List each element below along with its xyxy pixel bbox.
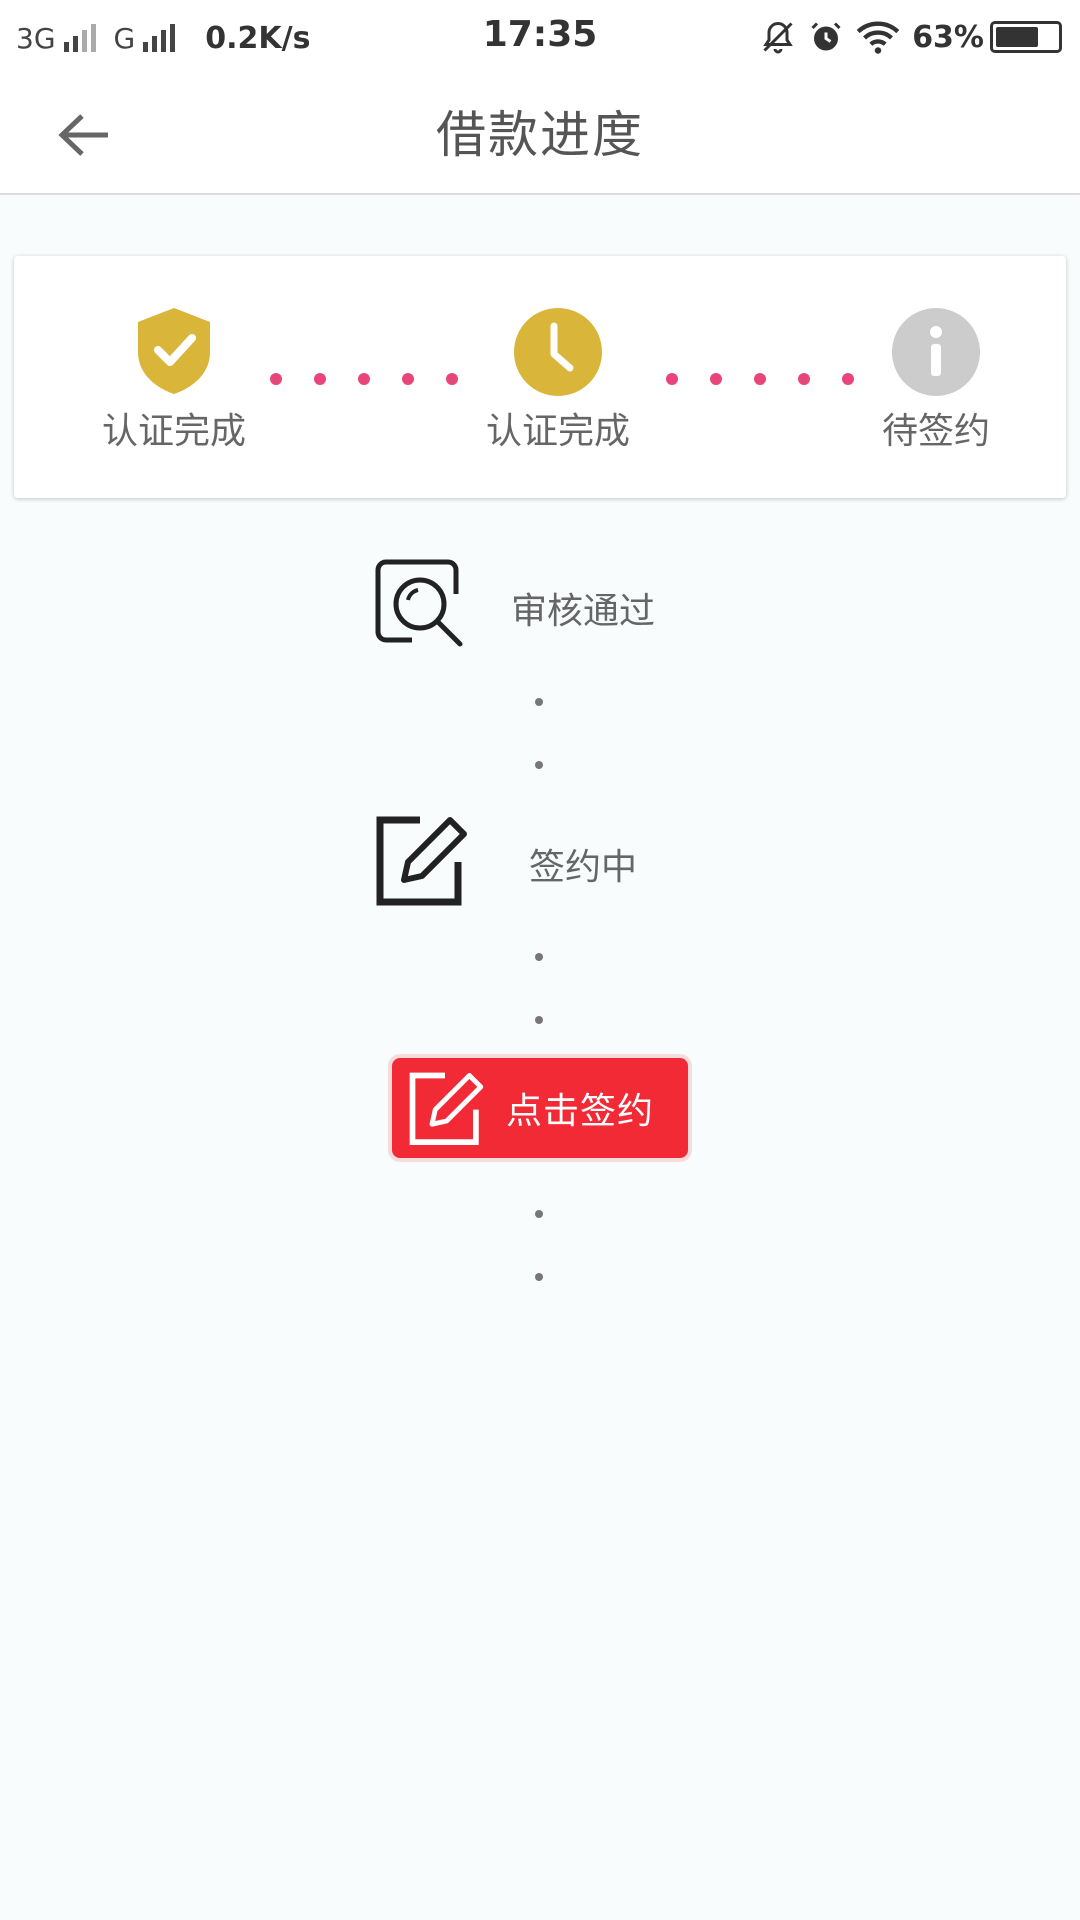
progress-steps-card: 认证完成 认证完成 待签约 [14,256,1066,498]
step-connector [270,373,490,385]
info-icon [890,306,982,402]
step-label: 待签约 [881,411,990,452]
step-label: 认证完成 [485,411,630,452]
process-label: 签约中 [529,847,638,888]
process-item-review: 审核通过 [0,556,1080,656]
process-item-signing: 签约中 [0,812,1080,912]
wifi-icon [856,21,900,54]
edit-square-icon [406,1069,484,1147]
status-right: 63% [748,16,1062,58]
alarm-icon [811,22,841,51]
step-label: 认证完成 [101,411,246,452]
vertical-connector-dot [535,1210,543,1218]
process-label: 审核通过 [511,591,656,632]
vertical-connector-dot [535,1273,543,1281]
review-search-icon [372,556,468,656]
vertical-connector-dot [535,953,543,961]
clock-icon [512,306,604,402]
vertical-connector-dot [535,1016,543,1024]
status-bar: 3G G 0.2K/s 17:35 63% [0,0,1080,75]
vertical-connector-dot [535,761,543,769]
battery-icon [990,21,1062,53]
vertical-connector-dot [535,698,543,706]
app-header: 借款进度 [0,75,1080,195]
bell-off-icon [763,21,793,54]
shield-check-icon [134,306,214,400]
page-title: 借款进度 [436,106,644,164]
sign-button[interactable]: 点击签约 [392,1058,688,1158]
sign-button-label: 点击签约 [506,1090,655,1131]
battery-percent: 63% [912,19,984,55]
edit-square-icon [372,812,468,912]
step-connector [666,373,886,385]
